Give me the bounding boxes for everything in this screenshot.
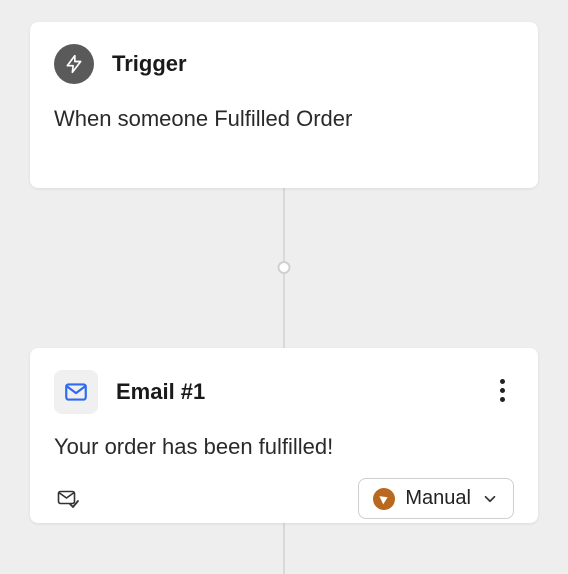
lightning-icon	[54, 44, 94, 84]
card-header: Email #1	[54, 370, 514, 414]
email-icon	[54, 370, 98, 414]
email-footer: Manual	[54, 478, 514, 519]
send-mode-dropdown[interactable]: Manual	[358, 478, 514, 519]
email-card[interactable]: Email #1 Your order has been fulfilled! …	[30, 348, 538, 523]
more-options-button[interactable]	[486, 374, 518, 406]
manual-status-icon	[373, 488, 395, 510]
email-title: Email #1	[116, 379, 205, 405]
connector-line	[283, 188, 285, 261]
email-description: Your order has been fulfilled!	[54, 434, 514, 460]
connector-add-node[interactable]	[278, 261, 291, 274]
connector-line	[283, 274, 285, 348]
trigger-description: When someone Fulfilled Order	[54, 106, 514, 132]
chevron-down-icon	[481, 490, 499, 508]
email-status-icon[interactable]	[54, 485, 82, 513]
trigger-title: Trigger	[112, 51, 187, 77]
send-mode-label: Manual	[405, 487, 471, 510]
trigger-card[interactable]: Trigger When someone Fulfilled Order	[30, 22, 538, 188]
card-header: Trigger	[54, 44, 514, 84]
connector-line	[283, 523, 285, 574]
